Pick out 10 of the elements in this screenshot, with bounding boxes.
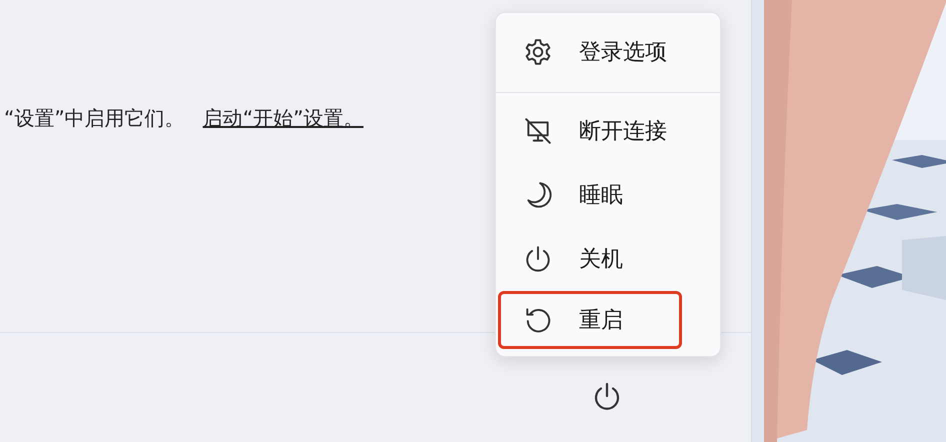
notice-text: “设置”中启用它们。 [4,105,185,132]
gear-icon [523,37,553,67]
menu-item[interactable]: 登录选项 [498,20,718,84]
menu-item[interactable]: 重启 [498,291,682,349]
menu-item[interactable]: 断开连接 [498,99,718,163]
menu-item[interactable]: 关机 [498,227,718,291]
menu-item[interactable]: 睡眠 [498,163,718,227]
monitor-slash-icon [523,116,553,146]
power-icon [593,382,621,412]
settings-link[interactable]: 启动“开始”设置。 [202,104,364,132]
